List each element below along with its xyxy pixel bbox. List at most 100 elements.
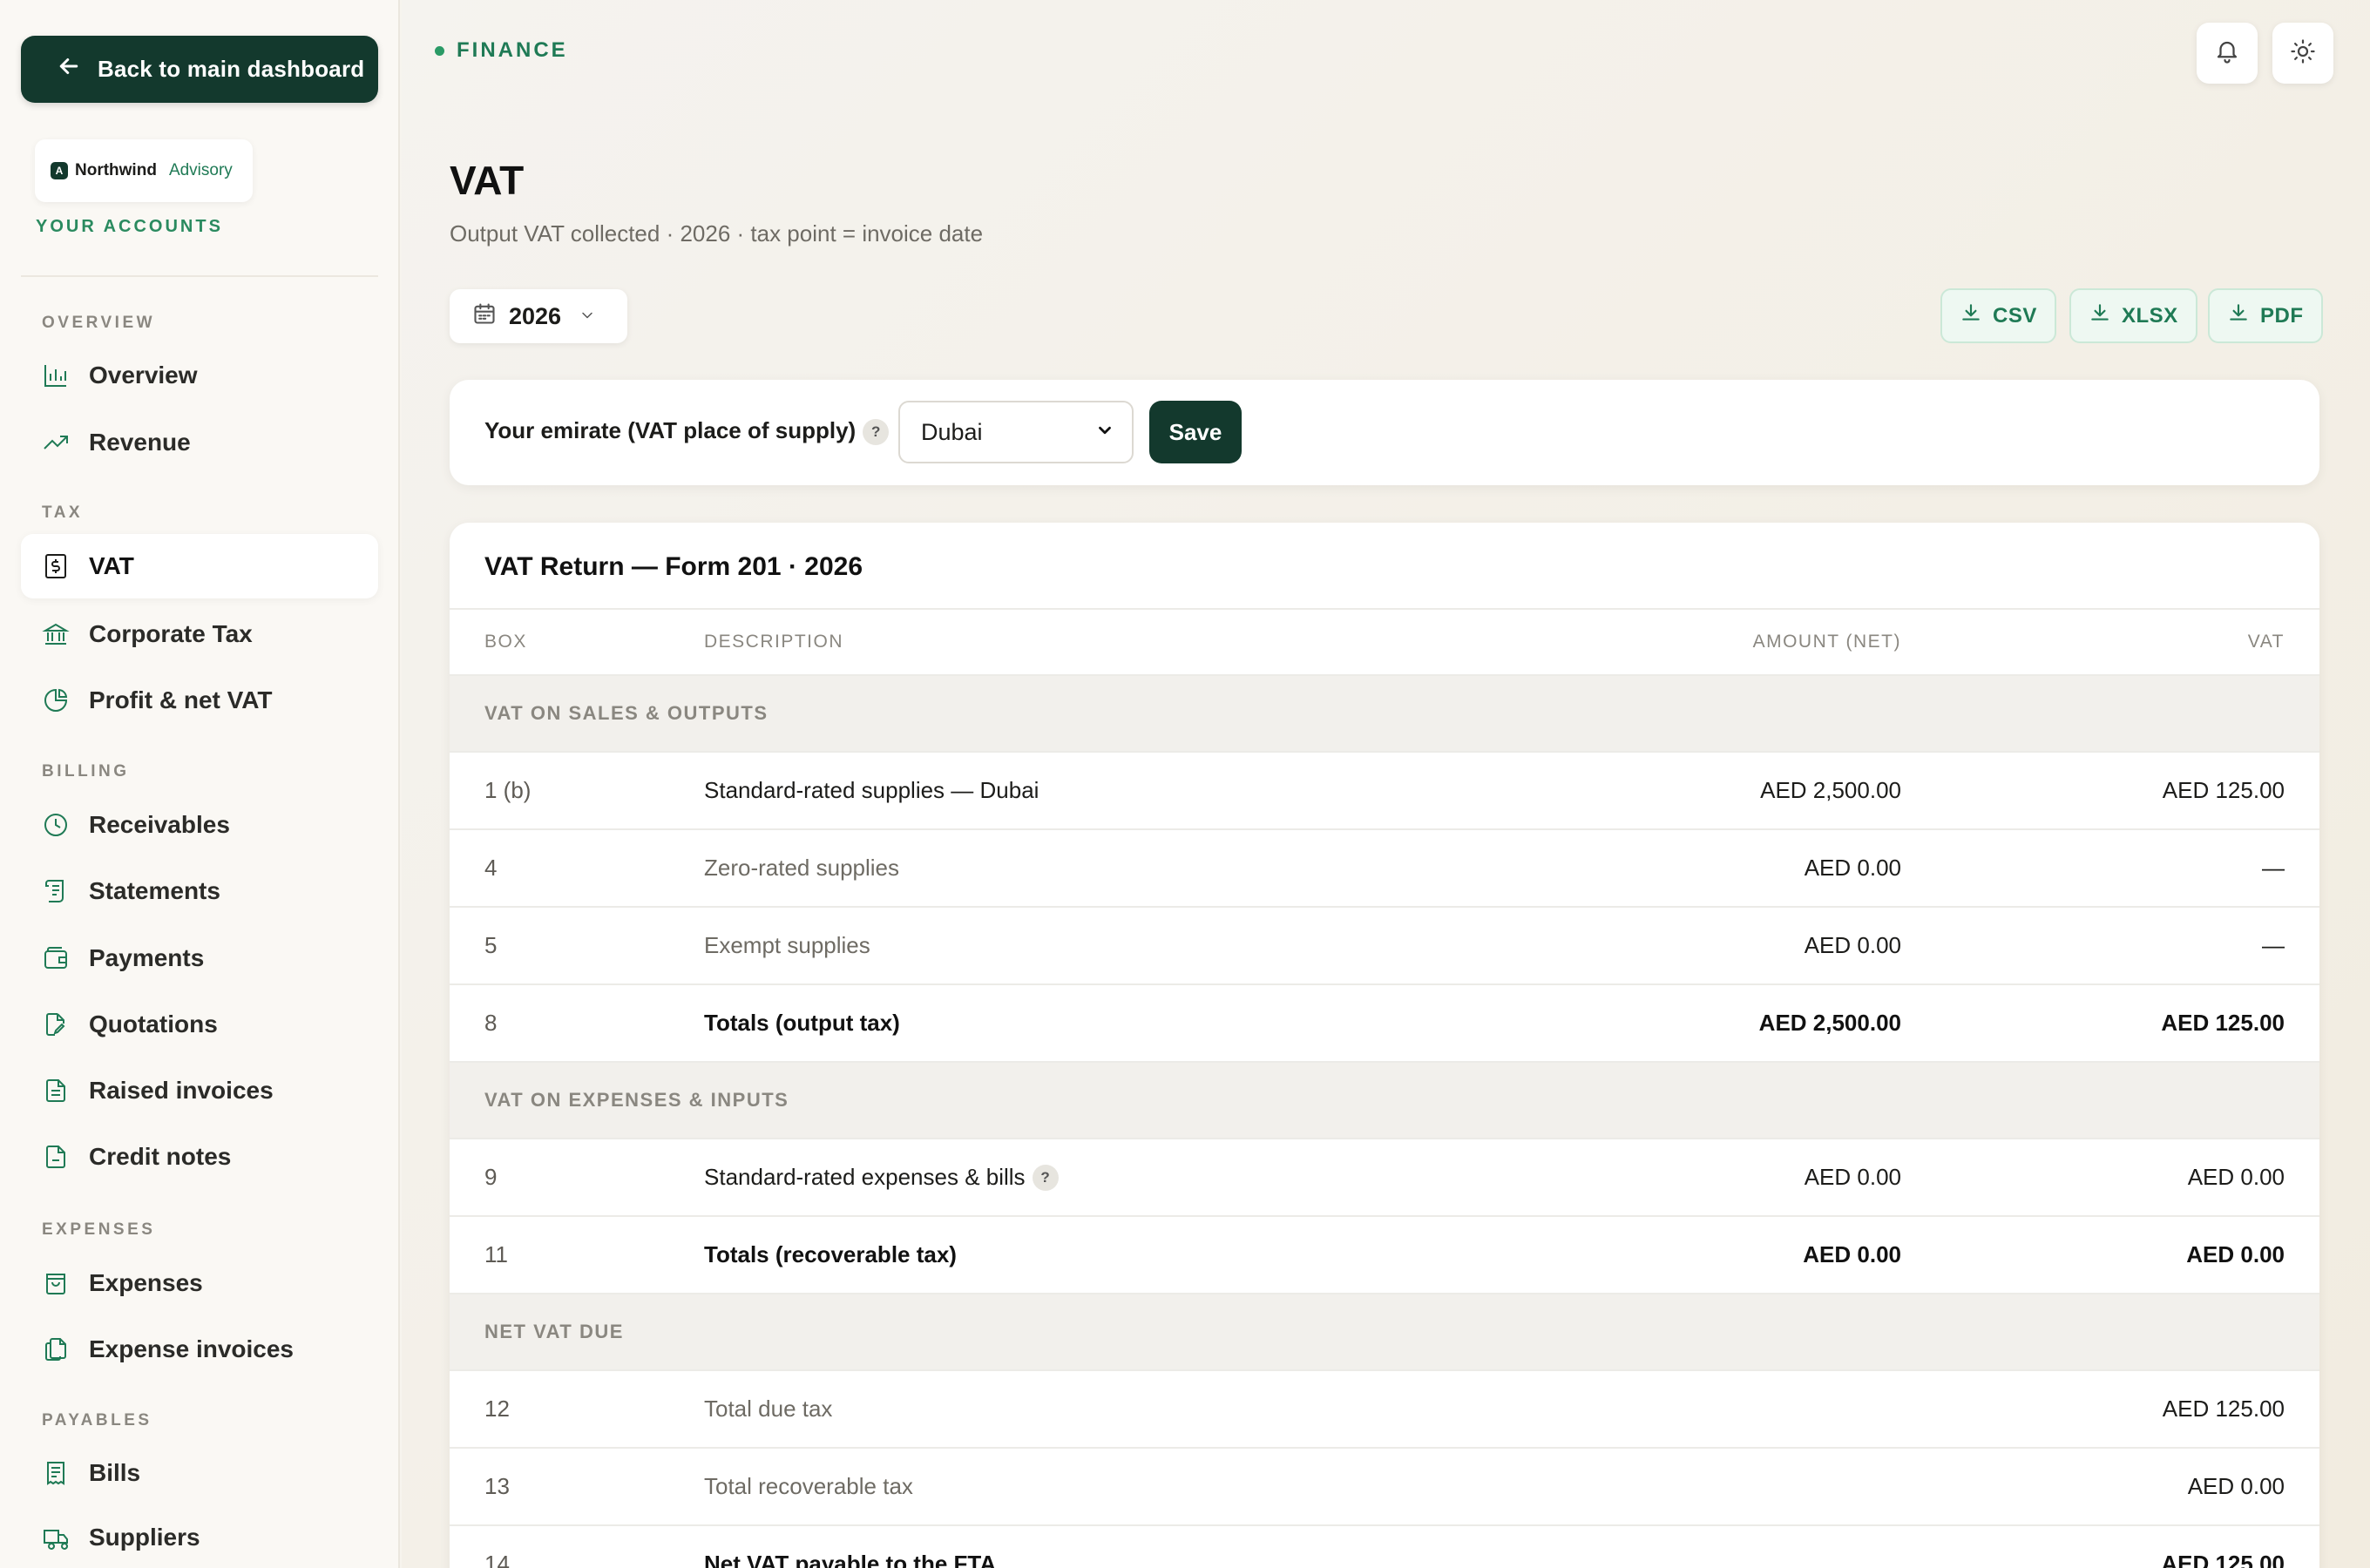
vat-cell: AED 125.00 [2162, 777, 2285, 803]
main-content: FINANCE VAT Output VAT collected · 2026 … [402, 0, 2370, 1568]
amount-cell: AED 0.00 [1804, 932, 1901, 958]
table-row: 12 Total due tax AED 125.00 [450, 1369, 2319, 1447]
breadcrumb-label: FINANCE [457, 38, 568, 62]
emirate-label-group: Your emirate (VAT place of supply)? [484, 417, 890, 446]
notifications-button[interactable] [2197, 23, 2258, 84]
sidebar-item-vat[interactable]: VAT [21, 534, 378, 598]
brand-name: Northwind [75, 161, 157, 179]
sidebar-item-expense-invoices[interactable]: Expense invoices [21, 1317, 378, 1382]
year-picker[interactable]: 2026 [450, 289, 627, 343]
your-accounts-link[interactable]: YOUR ACCOUNTS [36, 217, 223, 237]
receipt-dollar-icon [42, 552, 70, 580]
shopping-bag-icon [42, 1269, 70, 1297]
calendar-icon [472, 301, 497, 332]
export-xlsx-button[interactable]: XLSX [2069, 288, 2197, 343]
sidebar-item-label: Raised invoices [89, 1077, 274, 1104]
vat-cell: AED 125.00 [2161, 1551, 2285, 1568]
sidebar-item-profit-net-vat[interactable]: Profit & net VAT [21, 668, 378, 733]
help-icon[interactable]: ? [1032, 1164, 1059, 1191]
save-button[interactable]: Save [1149, 401, 1242, 463]
section-header-sales: VAT ON SALES & OUTPUTS [450, 674, 2319, 751]
sidebar-item-label: Suppliers [89, 1524, 200, 1551]
file-icon [42, 1143, 70, 1171]
description-text: Standard-rated expenses & bills [704, 1164, 1026, 1190]
sidebar-item-receivables[interactable]: Receivables [21, 793, 378, 857]
export-pdf-label: PDF [2260, 303, 2304, 328]
wallet-icon [42, 944, 70, 972]
sidebar-item-label: Corporate Tax [89, 620, 253, 647]
sidebar-item-quotations[interactable]: Quotations [21, 992, 378, 1057]
section-label: NET VAT DUE [484, 1321, 624, 1342]
box-cell: 4 [484, 855, 498, 881]
year-value: 2026 [509, 302, 562, 329]
sidebar-item-credit-notes[interactable]: Credit notes [21, 1125, 378, 1189]
sidebar-item-label: Expense invoices [89, 1335, 295, 1362]
box-cell: 13 [484, 1473, 510, 1499]
section-header-net: NET VAT DUE [450, 1293, 2319, 1369]
nav-section-overview: OVERVIEW [42, 314, 156, 332]
export-csv-button[interactable]: CSV [1940, 288, 2056, 343]
section-header-expenses: VAT ON EXPENSES & INPUTS [450, 1061, 2319, 1138]
emirate-selected-value: Dubai [921, 418, 983, 445]
description-cell: Standard-rated supplies — Dubai [704, 777, 1039, 803]
description-cell: Zero-rated supplies [704, 855, 899, 881]
table-row-total: 11 Totals (recoverable tax) AED 0.00 AED… [450, 1215, 2319, 1293]
description-cell: Total due tax [704, 1396, 833, 1422]
sidebar-item-payments[interactable]: Payments [21, 926, 378, 990]
column-header-box: BOX [484, 632, 527, 652]
sidebar: Back to main dashboard A Northwind Advis… [0, 0, 400, 1568]
section-label: VAT ON EXPENSES & INPUTS [484, 1089, 789, 1111]
table-row-total: 14 Net VAT payable to the FTA AED 125.00 [450, 1524, 2319, 1568]
sidebar-item-raised-invoices[interactable]: Raised invoices [21, 1058, 378, 1123]
sidebar-item-label: VAT [89, 552, 134, 579]
table-row: 13 Total recoverable tax AED 0.00 [450, 1447, 2319, 1524]
sidebar-item-revenue[interactable]: Revenue [21, 410, 378, 475]
description-cell: Standard-rated expenses & bills? [704, 1139, 1059, 1215]
download-icon [1960, 301, 1982, 330]
brand-logo: A [51, 162, 68, 179]
download-icon [2227, 301, 2250, 330]
box-cell: 11 [484, 1241, 508, 1267]
arrow-left-icon [56, 53, 82, 85]
emirate-label: Your emirate (VAT place of supply) [484, 417, 857, 443]
sidebar-item-statements[interactable]: Statements [21, 859, 378, 923]
vat-cell: AED 0.00 [2187, 1473, 2285, 1499]
page-title: VAT [450, 158, 525, 203]
amount-cell: AED 0.00 [1804, 1164, 1901, 1190]
export-pdf-button[interactable]: PDF [2208, 288, 2323, 343]
box-cell: 1 (b) [484, 777, 532, 803]
vat-return-table: BOX DESCRIPTION AMOUNT (NET) VAT VAT ON … [450, 608, 2319, 1568]
vat-cell: AED 125.00 [2161, 1010, 2285, 1036]
description-cell: Total recoverable tax [704, 1473, 913, 1499]
amount-cell: AED 2,500.00 [1758, 1010, 1901, 1036]
emirate-select[interactable]: Dubai [898, 401, 1134, 463]
account-switcher[interactable]: A Northwind Advisory [35, 139, 253, 202]
help-icon[interactable]: ? [863, 419, 890, 446]
back-to-dashboard-button[interactable]: Back to main dashboard [21, 36, 378, 103]
theme-toggle-button[interactable] [2272, 23, 2333, 84]
sidebar-divider [21, 275, 378, 277]
description-cell: Totals (recoverable tax) [704, 1241, 957, 1267]
export-xlsx-label: XLSX [2122, 303, 2178, 328]
sidebar-item-expenses[interactable]: Expenses [21, 1251, 378, 1315]
sidebar-item-suppliers[interactable]: Suppliers [21, 1505, 378, 1568]
sidebar-item-bills[interactable]: Bills [21, 1441, 378, 1505]
box-cell: 9 [484, 1164, 498, 1190]
nav-section-payables: PAYABLES [42, 1411, 152, 1429]
box-cell: 8 [484, 1010, 498, 1036]
description-cell: Net VAT payable to the FTA [704, 1551, 997, 1568]
files-icon [42, 1335, 70, 1363]
scroll-icon [42, 877, 70, 905]
description-cell: Totals (output tax) [704, 1010, 900, 1036]
bank-icon [42, 620, 70, 648]
amount-cell: AED 0.00 [1804, 855, 1901, 881]
table-row: 4 Zero-rated supplies AED 0.00 — [450, 828, 2319, 906]
chevron-down-icon [1095, 419, 1114, 446]
sidebar-item-corporate-tax[interactable]: Corporate Tax [21, 602, 378, 666]
box-cell: 5 [484, 932, 498, 958]
nav-section-tax: TAX [42, 504, 84, 522]
amount-cell: AED 2,500.00 [1760, 777, 1901, 803]
nav-section-expenses: EXPENSES [42, 1220, 156, 1239]
vat-return-title: VAT Return — Form 201 · 2026 [484, 552, 863, 581]
sidebar-item-overview[interactable]: Overview [21, 343, 378, 408]
